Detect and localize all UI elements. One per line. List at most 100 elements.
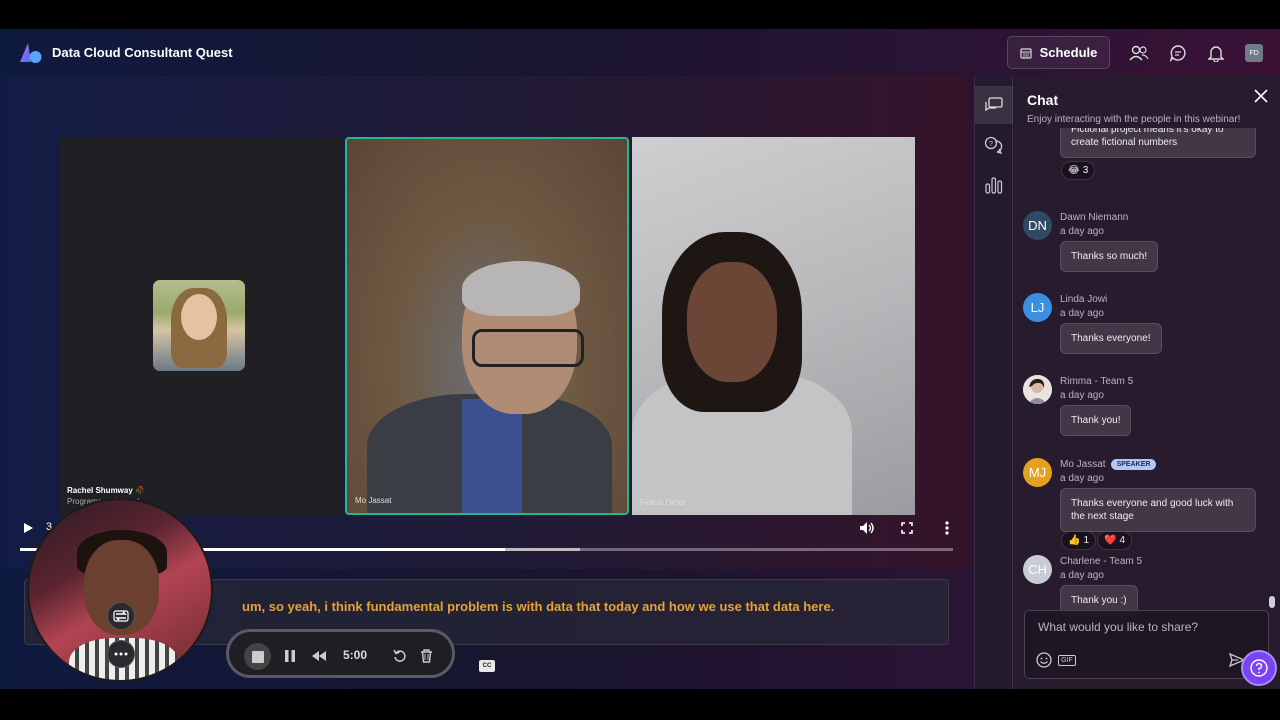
closed-captions-button[interactable]: CC	[479, 660, 495, 672]
rail-tab-qa[interactable]: ?	[975, 126, 1013, 164]
side-rail: ?	[974, 76, 1013, 689]
close-chat-icon[interactable]	[1253, 88, 1269, 104]
chat-icon	[985, 97, 1003, 112]
gif-label: GIF	[1058, 654, 1076, 666]
chat-title: Chat	[1027, 92, 1059, 108]
message-time: a day ago	[1060, 570, 1104, 581]
video-figure	[687, 262, 777, 382]
rail-tab-polls[interactable]	[975, 166, 1013, 204]
help-button[interactable]	[1241, 650, 1277, 686]
avatar: LJ	[1023, 293, 1052, 322]
self-camera-preview	[27, 498, 213, 682]
reaction-emoji: 👍	[1068, 535, 1081, 546]
recording-toolbar: 5:00	[226, 629, 455, 678]
svg-text:?: ?	[989, 141, 993, 148]
top-bar: Data Cloud Consultant Quest Schedule FD	[0, 29, 1280, 76]
participant-name: Felicia Dicks	[640, 498, 685, 507]
chat-subtitle: Enjoy interacting with the people in thi…	[1027, 114, 1241, 125]
participant-name: Rachel Shumway 🥀	[67, 486, 145, 495]
rewind-icon	[312, 651, 326, 661]
volume-icon	[860, 522, 874, 534]
participant-tile-rachel[interactable]: Rachel Shumway 🥀 Programs ... Clicked	[59, 137, 342, 515]
chat-message-list[interactable]: Fictional project means it's okay to cre…	[1023, 128, 1263, 631]
sender-name: Rimma - Team 5	[1060, 376, 1134, 387]
user-avatar[interactable]: FD	[1245, 44, 1263, 62]
speaker-badge: SPEAKER	[1110, 459, 1157, 470]
gif-button[interactable]: GIF	[1057, 649, 1077, 671]
sender-name-row: Mo Jassat SPEAKER	[1060, 459, 1157, 470]
bell-icon	[1208, 46, 1224, 62]
sender-name: Linda Jowi	[1060, 294, 1108, 305]
message-bubble: Thank you!	[1060, 405, 1132, 436]
avatar: DN	[1023, 211, 1052, 240]
message-bubble: Thanks so much!	[1060, 241, 1159, 272]
schedule-button[interactable]: Schedule	[1007, 36, 1110, 69]
participant-name: Mo Jassat	[355, 496, 392, 505]
trash-icon	[420, 649, 432, 663]
stop-icon	[251, 650, 264, 663]
questions-icon: ?	[984, 136, 1003, 154]
restart-icon	[393, 649, 406, 662]
avatar: CH	[1023, 555, 1052, 584]
people-button[interactable]	[1128, 42, 1150, 64]
sender-name: Charlene - Team 5	[1060, 556, 1143, 567]
camera-more-button[interactable]	[107, 640, 135, 668]
chat-panel: Chat Enjoy interacting with the people i…	[1014, 76, 1280, 689]
app-window: Data Cloud Consultant Quest Schedule FD …	[0, 29, 1280, 689]
message-time: a day ago	[1060, 473, 1104, 484]
pause-recording-button[interactable]	[279, 645, 301, 667]
chat-bubble-icon	[1169, 45, 1186, 62]
volume-button[interactable]	[856, 517, 878, 539]
chat-composer: GIF	[1024, 610, 1269, 679]
avatar: MJ	[1023, 458, 1052, 487]
play-button[interactable]	[17, 517, 39, 539]
reaction-count: 4	[1119, 535, 1126, 546]
app-logo-icon	[20, 43, 42, 63]
more-dots-icon	[114, 652, 128, 656]
emoji-button[interactable]	[1033, 649, 1055, 671]
chat-message-input[interactable]	[1025, 611, 1268, 643]
reaction-emoji: ❤️	[1104, 535, 1117, 546]
sender-name: Dawn Niemann	[1060, 212, 1129, 223]
fullscreen-button[interactable]	[896, 517, 918, 539]
pause-icon	[285, 650, 295, 662]
participant-tile-mo[interactable]: Mo Jassat	[345, 137, 629, 515]
app-title: Data Cloud Consultant Quest	[52, 45, 233, 60]
kebab-menu-icon	[945, 521, 949, 535]
video-figure	[472, 329, 584, 367]
delete-recording-button[interactable]	[415, 645, 437, 667]
calendar-icon	[1019, 47, 1032, 59]
stop-recording-button[interactable]	[244, 643, 271, 670]
participant-tile-felicia[interactable]: Felicia Dicks	[632, 137, 915, 515]
participant-thumbnail	[153, 280, 245, 371]
rail-tab-chat[interactable]	[975, 86, 1013, 124]
reaction-chip[interactable]: 😂 3	[1061, 161, 1096, 180]
reaction-count: 3	[1082, 165, 1089, 176]
reaction-count: 1	[1083, 535, 1090, 546]
rewind-button[interactable]	[308, 645, 330, 667]
message-time: a day ago	[1060, 390, 1104, 401]
people-icon	[1129, 45, 1149, 61]
reaction-chip[interactable]: ❤️ 4	[1097, 531, 1133, 550]
reaction-emoji: 😂	[1068, 165, 1080, 176]
restart-button[interactable]	[389, 645, 411, 667]
sender-name: Mo Jassat	[1060, 459, 1106, 470]
avatar	[1023, 375, 1052, 404]
message-bubble: Thanks everyone and good luck with the n…	[1060, 488, 1256, 532]
more-options-button[interactable]	[936, 517, 958, 539]
chat-scrollbar[interactable]	[1269, 596, 1275, 608]
caption-text: um, so yeah, i think fundamental problem…	[242, 599, 835, 614]
message-time: a day ago	[1060, 308, 1104, 319]
video-figure	[462, 399, 522, 513]
switch-camera-icon	[113, 610, 129, 622]
schedule-label: Schedule	[1039, 45, 1098, 60]
switch-camera-button[interactable]	[107, 602, 135, 630]
message-bubble: Thanks everyone!	[1060, 323, 1162, 354]
messages-button[interactable]	[1167, 42, 1189, 64]
notifications-button[interactable]	[1205, 42, 1227, 64]
reaction-chip[interactable]: 👍 1	[1061, 531, 1097, 550]
help-question-icon	[1250, 659, 1268, 677]
fullscreen-icon	[901, 522, 913, 534]
video-figure	[462, 261, 580, 316]
recording-time: 5:00	[343, 648, 368, 662]
